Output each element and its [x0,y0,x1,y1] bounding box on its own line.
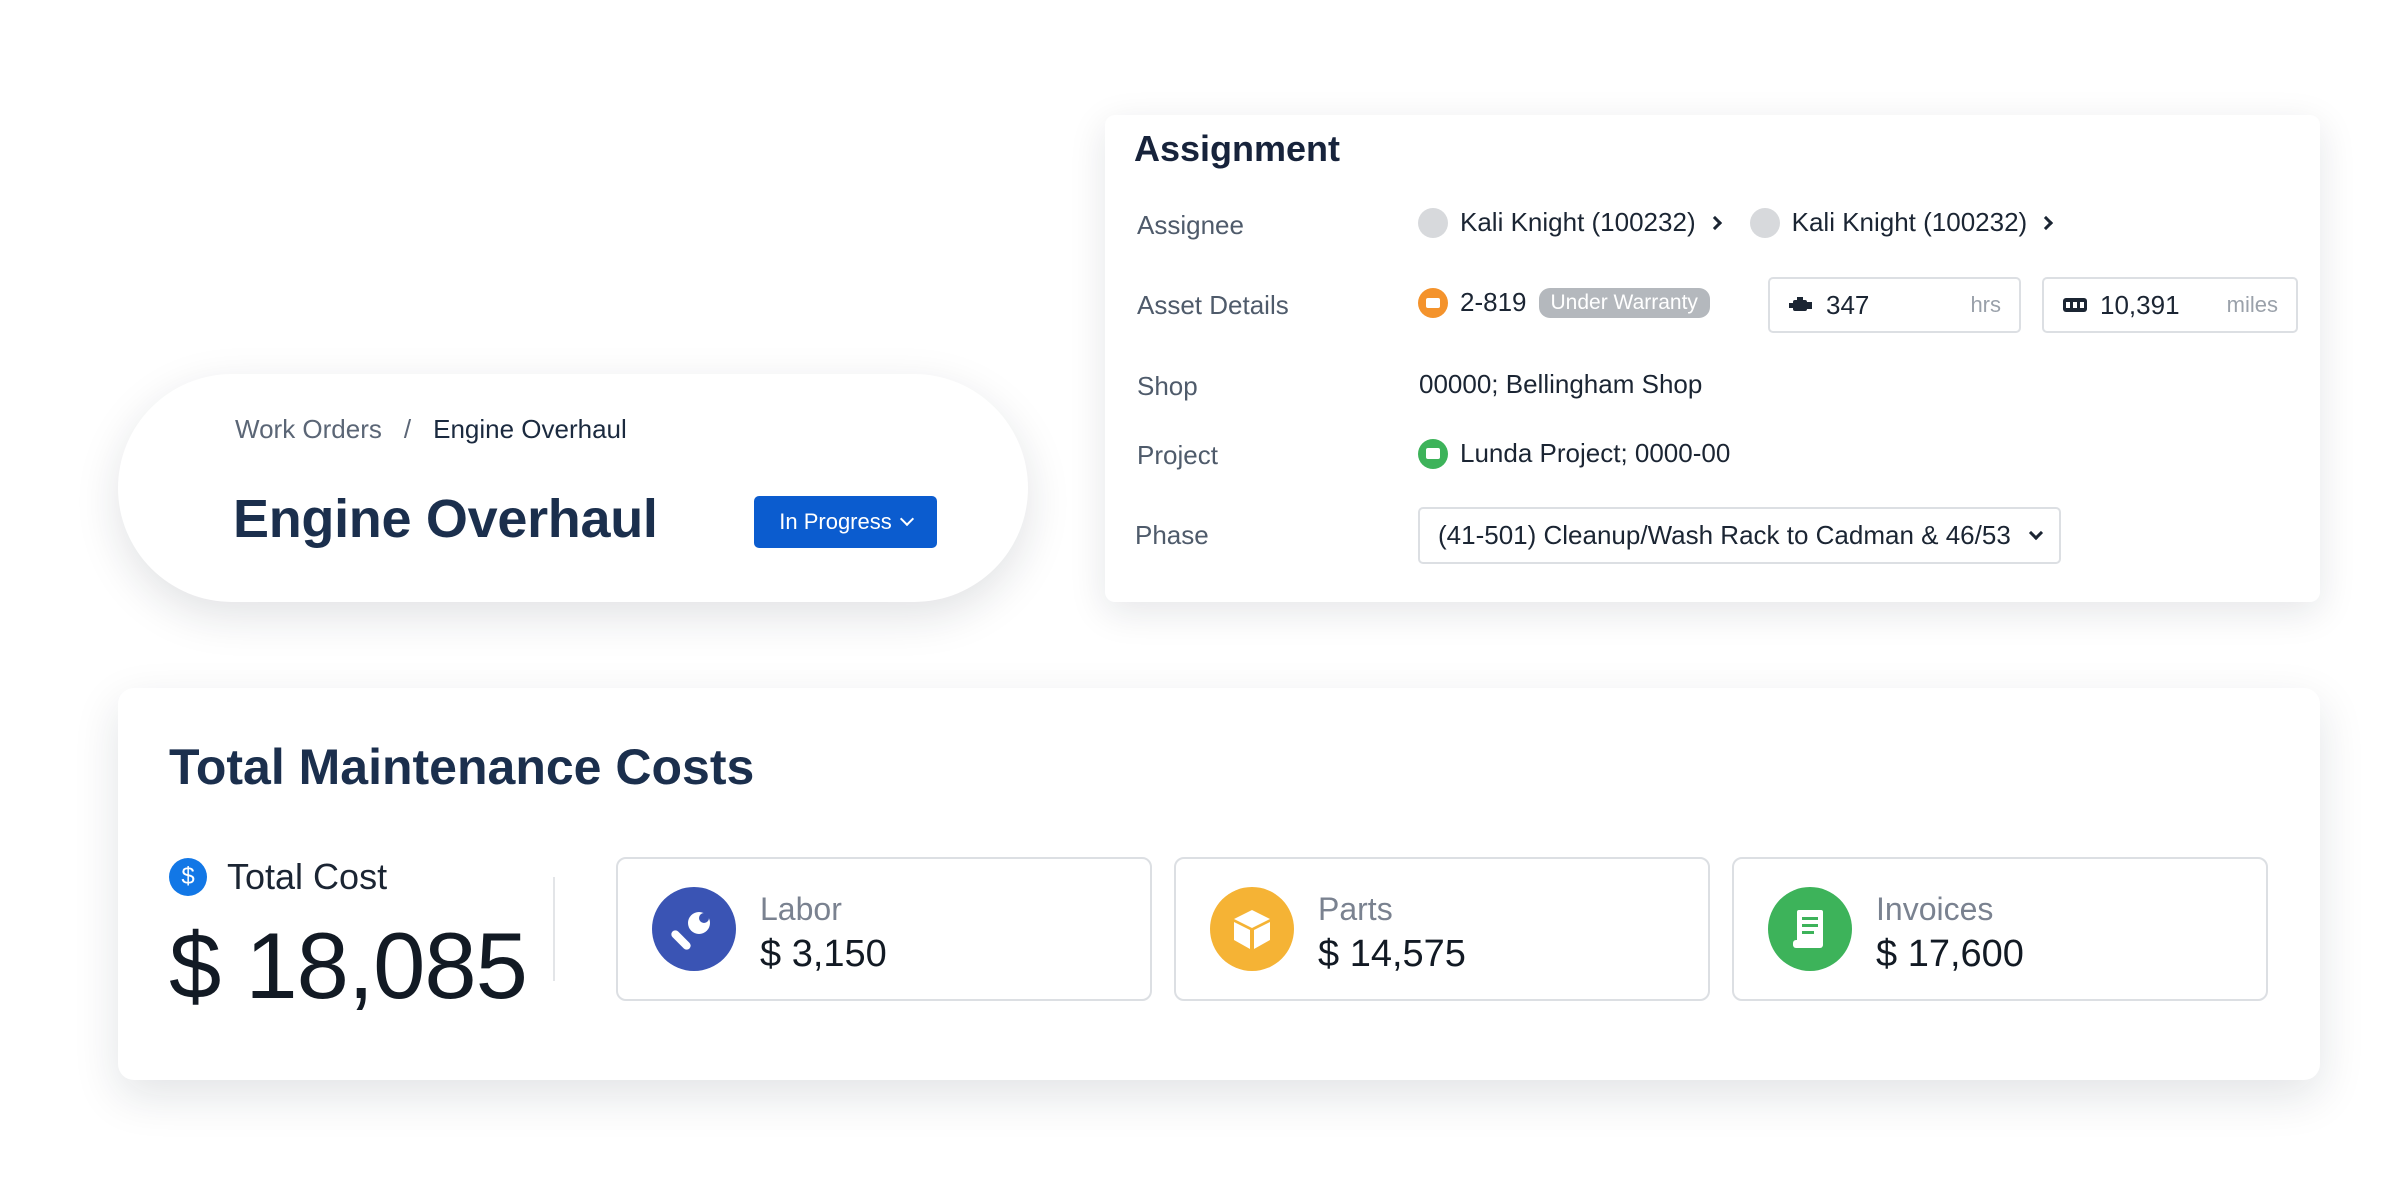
parts-cost-tile[interactable]: Parts $ 14,575 [1174,857,1710,1001]
project-label: Project [1137,440,1218,470]
project-folder-icon [1418,438,1448,469]
assignee-name: Kali Knight (100232) [1791,207,2028,237]
avatar [1749,207,1780,238]
engine-icon [1789,297,1812,311]
invoices-label: Invoices [1876,891,1994,927]
parts-value: $ 14,575 [1318,933,1466,975]
assignee-list: Kali Knight (100232) Kali Knight (100232… [1418,207,2081,238]
warranty-badge: Under Warranty [1538,287,1710,318]
labor-value: $ 3,150 [760,933,887,975]
total-cost-header: $ Total Cost [169,856,387,898]
hours-value: 347 [1826,289,1870,320]
miles-unit: miles [2226,292,2278,317]
miles-value: 10,391 [2100,289,2180,320]
parts-label: Parts [1318,891,1393,927]
status-label: In Progress [779,509,892,534]
project-value[interactable]: Lunda Project; 0000-00 [1460,438,1730,469]
status-dropdown-button[interactable]: In Progress [754,496,937,548]
total-cost-label: Total Cost [227,856,388,897]
chevron-right-icon [1707,215,1722,230]
labor-label: Labor [760,891,842,927]
asset-details: 2-819 Under Warranty [1418,287,1710,318]
receipt-icon [1768,887,1852,971]
chevron-down-icon [2028,525,2044,540]
miles-meter-field[interactable]: 10,391 miles [2042,277,2298,333]
avatar [1418,207,1448,238]
page: Work Orders / Engine Overhaul Engine Ove… [0,0,2400,1200]
total-cost-value: $ 18,085 [169,913,528,1018]
assignment-title: Assignment [1134,128,1341,169]
shop-label: Shop [1137,371,1198,401]
shop-value: 00000; Bellingham Shop [1419,369,1703,399]
hours-meter-field[interactable]: 347 hrs [1768,277,2021,333]
invoices-cost-tile[interactable]: Invoices $ 17,600 [1732,857,2268,1001]
labor-cost-tile[interactable]: Labor $ 3,150 [616,857,1152,1001]
phase-selected-value: (41-501) Cleanup/Wash Rack to Cadman & 4… [1438,520,2011,550]
odometer-icon [2063,298,2087,312]
chevron-right-icon [2039,215,2054,230]
assignee-link[interactable]: Kali Knight (100232) [1418,207,1722,238]
phase-label: Phase [1135,520,1209,550]
project-field: Lunda Project; 0000-00 [1418,438,1730,469]
phase-select[interactable]: (41-501) Cleanup/Wash Rack to Cadman & 4… [1418,507,2061,564]
invoices-value: $ 17,600 [1876,933,2024,975]
breadcrumb: Work Orders / Engine Overhaul [235,414,627,445]
hours-unit: hrs [1970,292,2001,317]
costs-title: Total Maintenance Costs [169,739,755,795]
wrench-icon [652,887,736,971]
assignee-label: Assignee [1137,210,1244,240]
breadcrumb-work-orders-link[interactable]: Work Orders [235,414,382,445]
asset-truck-icon [1418,287,1448,318]
divider [553,877,555,981]
asset-id-link[interactable]: 2-819 [1460,287,1527,318]
assignee-link[interactable]: Kali Knight (100232) [1749,207,2054,238]
assignee-name: Kali Knight (100232) [1460,207,1696,237]
breadcrumb-current: Engine Overhaul [433,414,627,444]
chevron-down-icon [899,511,914,527]
breadcrumb-separator: / [403,414,412,444]
page-title: Engine Overhaul [233,489,658,549]
box-icon [1210,887,1294,971]
asset-details-label: Asset Details [1137,290,1289,320]
dollar-icon: $ [169,858,207,896]
